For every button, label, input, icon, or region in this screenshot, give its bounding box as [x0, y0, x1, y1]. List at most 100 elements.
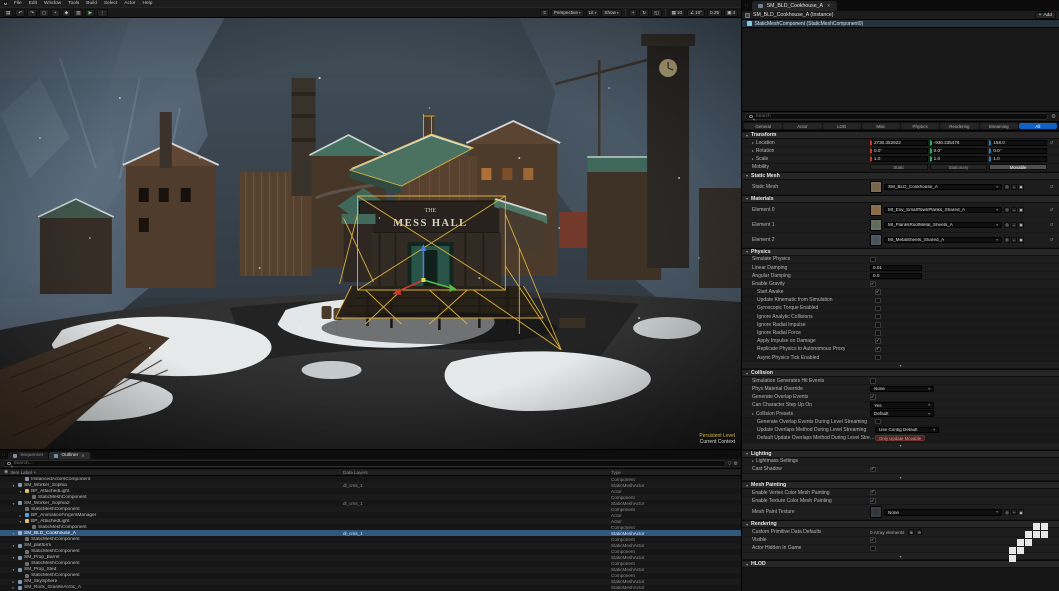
outliner-search-input[interactable]: Search... [3, 460, 726, 467]
tab-outliner[interactable]: Outliner✕ [49, 452, 89, 459]
dropdown-update-overlaps-method-during-level-streaming[interactable]: Use Config Default▾ [875, 427, 939, 433]
advanced-expander[interactable]: ▾ [742, 443, 1059, 450]
outliner-row-sm-worker-sophia2[interactable]: ▾SM_Worker_Sophia2dl_cms_1StaticMeshActo… [0, 500, 741, 506]
reset-to-default-icon[interactable]: ↺ [1047, 207, 1056, 213]
viewport-options-icon[interactable]: ≡ [540, 9, 549, 17]
details-tab[interactable]: SM_BLD_Cookhouse_A ✕ [752, 1, 836, 11]
mobility-movable[interactable]: Movable [989, 164, 1047, 170]
filter-actor[interactable]: Actor [783, 123, 821, 129]
filter-misc[interactable]: Misc [862, 123, 900, 129]
mobility-static[interactable]: Static [870, 164, 928, 170]
menu-select[interactable]: Select [103, 1, 118, 6]
menu-edit[interactable]: Edit [28, 1, 38, 6]
translate-tool-icon[interactable]: + [629, 9, 638, 17]
copy-asset-icon[interactable]: ▣ [1018, 207, 1024, 213]
browse-asset-icon[interactable]: ◎ [1004, 184, 1010, 190]
checkbox-simulate-physics[interactable] [870, 257, 876, 263]
close-tab-icon[interactable]: ✕ [827, 3, 831, 9]
checkbox-ignore-radial-impulse[interactable] [875, 322, 881, 328]
unreal-logo-icon[interactable]: U [3, 1, 8, 6]
use-selected-asset-icon[interactable]: ← [1011, 184, 1017, 190]
z-field-location[interactable]: 158.0 [989, 140, 1047, 146]
checkbox-enable-texture-color-mesh-painting[interactable]: ✓ [870, 498, 876, 504]
redo-icon[interactable]: ↷ [27, 9, 37, 17]
section-header-materials[interactable]: ▾Materials [742, 195, 1059, 203]
z-field-rotation[interactable]: 0.0° [989, 148, 1047, 154]
asset-dropdown-element-2[interactable]: MI_MetalSheets_Shared_A▾ [884, 237, 1002, 243]
filter-physics[interactable]: Physics [901, 123, 939, 129]
camera-speed-button[interactable]: ▣ 4 [724, 9, 738, 17]
checkbox-actor-hidden-in-game[interactable] [870, 546, 876, 552]
browse-asset-icon[interactable]: ◎ [1004, 222, 1010, 228]
asset-dropdown-element-1[interactable]: MI_PlanksRoofMetal_Sheets_A▾ [884, 222, 1002, 228]
x-field-rotation[interactable]: 0.0° [870, 148, 928, 154]
panel-grip[interactable]: ∷ [745, 3, 748, 9]
filter-streaming[interactable]: Streaming [980, 123, 1018, 129]
x-field-location[interactable]: 2730.352922 [870, 140, 928, 146]
x-field-scale[interactable]: 1.0 [870, 156, 928, 162]
filter-lod[interactable]: LOD [823, 123, 861, 129]
copy-asset-icon[interactable]: ▣ [1018, 184, 1024, 190]
reset-to-default-icon[interactable]: ↺ [1047, 237, 1056, 243]
use-selected-asset-icon[interactable]: ← [1011, 207, 1017, 213]
copy-asset-icon[interactable]: ▣ [1018, 509, 1024, 515]
asset-dropdown-static-mesh[interactable]: SM_BLD_Cookhouse_A▾ [884, 184, 1002, 190]
advanced-expander[interactable]: ▾ [742, 474, 1059, 481]
details-search-input[interactable]: Search [745, 113, 1048, 120]
panel-grip[interactable]: ∷ [2, 452, 5, 458]
asset-dropdown-mesh-paint-texture[interactable]: None▾ [884, 509, 1002, 515]
field-linear-damping[interactable]: 0.01 [870, 265, 922, 271]
section-header-lighting[interactable]: ▾Lighting [742, 450, 1059, 458]
checkbox-generate-overlap-events[interactable]: ✓ [870, 394, 876, 400]
scale-tool-icon[interactable]: ◱ [651, 9, 661, 17]
checkbox-enable-gravity[interactable]: ✓ [870, 281, 876, 287]
save-icon[interactable]: ▤ [3, 9, 13, 17]
viewport-scene[interactable]: THE MESS HALL [0, 18, 741, 449]
checkbox-enable-vertex-color-mesh-painting[interactable]: ✓ [870, 490, 876, 496]
checkbox-ignore-radial-force[interactable] [875, 330, 881, 336]
filter-all[interactable]: All [1019, 123, 1057, 129]
checkbox-start-awake[interactable]: ✓ [875, 289, 881, 295]
grid-snap-toggle[interactable]: ▦ 10 [669, 9, 685, 17]
filter-rendering[interactable]: Rendering [940, 123, 978, 129]
modes-icon[interactable]: ◻ [39, 9, 49, 17]
use-selected-asset-icon[interactable]: ← [1011, 222, 1017, 228]
section-header-static-mesh[interactable]: ▾Static Mesh [742, 172, 1059, 180]
checkbox-simulation-generates-hit-events[interactable] [870, 378, 876, 384]
close-tab-icon[interactable]: ✕ [81, 453, 84, 458]
reset-to-default-icon[interactable]: ↺ [1047, 140, 1056, 146]
show-flags-dropdown[interactable]: Show▾ [601, 9, 621, 17]
menu-tools[interactable]: Tools [67, 1, 80, 6]
blueprints-icon[interactable]: ◆ [62, 9, 72, 17]
add-element-icon[interactable]: ⊕ [908, 529, 914, 535]
use-selected-asset-icon[interactable]: ← [1011, 509, 1017, 515]
y-field-rotation[interactable]: 0.0° [930, 148, 988, 154]
section-header-mesh-painting[interactable]: ▾Mesh Painting [742, 481, 1059, 489]
menu-window[interactable]: Window [43, 1, 62, 6]
rotation-snap-toggle[interactable]: ∠ 10° [687, 9, 705, 17]
field-angular-damping[interactable]: 0.0 [870, 273, 922, 279]
checkbox-gyroscopic-torque-enabled[interactable] [875, 306, 881, 312]
undo-icon[interactable]: ↶ [15, 9, 25, 17]
y-field-scale[interactable]: 1.0 [930, 156, 988, 162]
scale-snap-toggle[interactable]: 0.25 [707, 9, 722, 17]
asset-dropdown-element-0[interactable]: MI_Env_SmallTownPlanks_Shared_A▾ [884, 207, 1002, 213]
clear-array-icon[interactable]: ⊖ [916, 529, 922, 535]
checkbox-cast-shadow[interactable]: ✓ [870, 467, 876, 473]
advanced-expander[interactable]: ▾ [742, 362, 1059, 369]
checkbox-generate-overlap-events-during-level-streaming[interactable] [875, 419, 881, 425]
outliner-settings-icon[interactable]: ⚙ [734, 461, 738, 467]
level-viewport[interactable]: THE MESS HALL [0, 18, 741, 450]
section-header-collision[interactable]: ▾Collision [742, 369, 1059, 377]
perspective-dropdown[interactable]: Perspective▾ [551, 9, 584, 17]
checkbox-ignore-analytic-collisions[interactable] [875, 314, 881, 320]
rotate-tool-icon[interactable]: ↻ [639, 9, 649, 17]
checkbox-update-kinematic-from-simulation[interactable] [875, 298, 881, 304]
z-field-scale[interactable]: 1.0 [989, 156, 1047, 162]
browse-asset-icon[interactable]: ◎ [1004, 237, 1010, 243]
cinematics-icon[interactable]: ▥ [73, 9, 83, 17]
checkbox-apply-impulse-on-damage[interactable]: ✓ [875, 338, 881, 344]
section-header-physics[interactable]: ▾Physics [742, 248, 1059, 256]
filter-general[interactable]: General [744, 123, 782, 129]
dropdown-can-character-step-up-on[interactable]: Yes▾ [870, 402, 934, 408]
